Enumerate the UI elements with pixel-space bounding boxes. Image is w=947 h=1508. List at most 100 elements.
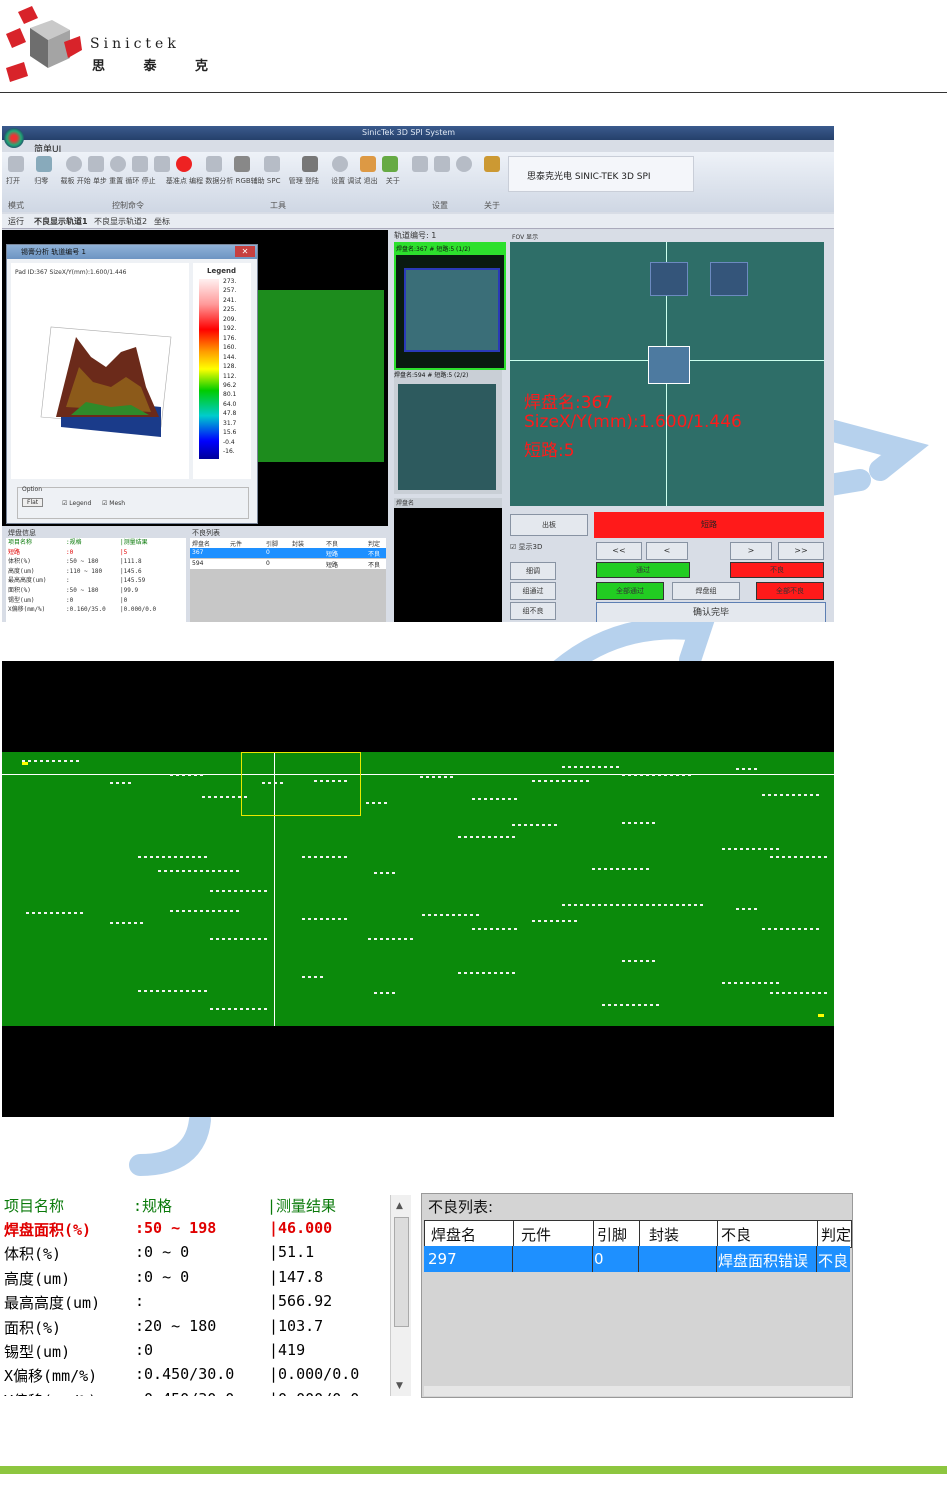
pad-thumb-1[interactable]: 焊盘名:367 # 短路:5 (1/2) xyxy=(394,242,506,370)
solder-pad xyxy=(264,890,267,892)
mini-measure-cell: 高度(um) xyxy=(8,567,35,575)
column-header[interactable]: 引脚 xyxy=(597,1224,627,1245)
show3d-checkbox[interactable]: ☑ 显示3D xyxy=(510,542,542,552)
mini-defect-row[interactable]: 594 0 短路 不良 xyxy=(190,559,386,569)
group-control: 控制命令 xyxy=(112,201,144,210)
column-header[interactable]: 元件 xyxy=(521,1224,551,1245)
tab-defect-track1[interactable]: 不良显示轨道1 xyxy=(34,216,88,227)
btn-start[interactable]: 开始 xyxy=(77,177,91,185)
btn-analysis[interactable]: 数据分析 xyxy=(205,177,233,185)
btn-manage[interactable]: 管理 xyxy=(289,177,303,185)
btn-program[interactable]: 编程 xyxy=(189,177,203,185)
fine-tune-button[interactable]: 细调 xyxy=(510,562,556,580)
btn-step[interactable]: 单步 xyxy=(93,177,107,185)
solder-pad xyxy=(764,848,767,850)
stop-icon[interactable] xyxy=(176,156,192,172)
all-pass-button[interactable]: 全部通过 xyxy=(596,582,664,600)
solder-pad xyxy=(200,774,203,776)
analysis-icon[interactable] xyxy=(264,156,280,172)
column-header[interactable]: 判定 xyxy=(821,1224,851,1245)
out-board-button[interactable]: 出板 xyxy=(510,514,588,536)
btn-spc[interactable]: SPC xyxy=(267,177,281,185)
nav-last-button[interactable]: >> xyxy=(778,542,824,560)
solder-pad xyxy=(736,768,739,770)
about-icon[interactable] xyxy=(484,156,500,172)
analysis-dialog: 锡膏分析 轨道编号 1 ✕ Pad ID:367 SizeX/Y(mm):1.6… xyxy=(6,244,258,524)
nav-next-button[interactable]: > xyxy=(730,542,772,560)
step-icon[interactable] xyxy=(110,156,126,172)
tab-run[interactable]: 运行 xyxy=(8,216,24,227)
btn-reset[interactable]: 重置 xyxy=(109,177,123,185)
column-header[interactable]: 焊盘名 xyxy=(431,1224,476,1245)
program-icon[interactable] xyxy=(234,156,250,172)
btn-rgb[interactable]: RGB辅助 xyxy=(236,177,265,185)
window-title: SinicTek 3D SPI System xyxy=(362,128,456,137)
btn-debug[interactable]: 调试 xyxy=(347,177,361,185)
group-fail-button[interactable]: 组不良 xyxy=(510,602,556,620)
rgb-icon[interactable] xyxy=(302,156,318,172)
mini-defect-row[interactable]: 367 0 短路 不良 xyxy=(190,548,386,558)
settings-icon[interactable] xyxy=(412,156,428,172)
pad-group-button[interactable]: 焊盘组 xyxy=(672,582,740,600)
solder-pad xyxy=(536,824,539,826)
btn-fiducial[interactable]: 基准点 xyxy=(166,177,187,185)
app-orb-icon[interactable] xyxy=(4,128,24,148)
tab-coord[interactable]: 坐标 xyxy=(154,216,170,227)
group-pass-button[interactable]: 组通过 xyxy=(510,582,556,600)
solder-pad xyxy=(58,760,61,762)
confirm-button[interactable]: 确认完毕 xyxy=(596,602,826,622)
play-icon[interactable] xyxy=(88,156,104,172)
mesh-checkbox[interactable]: ☑ Mesh xyxy=(102,500,125,507)
scroll-thumb[interactable] xyxy=(394,1217,409,1327)
fiducial-icon[interactable] xyxy=(206,156,222,172)
solder-pad xyxy=(186,990,189,992)
btn-load[interactable]: 载板 xyxy=(60,177,74,185)
tab-defect-track2[interactable]: 不良显示轨道2 xyxy=(94,216,147,227)
measurement-scrollbar[interactable]: ▲ ▼ xyxy=(390,1195,411,1396)
solder-pad xyxy=(302,918,305,920)
legend-checkbox[interactable]: ☑ Legend xyxy=(62,500,91,507)
exit-icon[interactable] xyxy=(456,156,472,172)
all-fail-button[interactable]: 全部不良 xyxy=(756,582,824,600)
home-icon[interactable] xyxy=(36,156,52,172)
solder-pad xyxy=(658,904,661,906)
load-board-icon[interactable] xyxy=(66,156,82,172)
reset-icon[interactable] xyxy=(132,156,148,172)
scroll-down-icon[interactable]: ▼ xyxy=(396,1381,403,1391)
fail-button[interactable]: 不良 xyxy=(730,562,824,578)
spc-icon[interactable] xyxy=(332,156,348,172)
btn-setup[interactable]: 设置 xyxy=(331,177,345,185)
fov-overlay-size: SizeX/Y(mm):1.600/1.446 xyxy=(524,412,742,432)
solder-pad xyxy=(500,836,503,838)
solder-pad xyxy=(622,774,625,776)
solder-pad xyxy=(550,780,553,782)
column-header[interactable]: 不良 xyxy=(721,1224,751,1245)
btn-login[interactable]: 登陆 xyxy=(305,177,319,185)
solder-pad xyxy=(542,824,545,826)
debug-icon[interactable] xyxy=(434,156,450,172)
open-icon[interactable] xyxy=(8,156,24,172)
loop-icon[interactable] xyxy=(154,156,170,172)
defect-list-title: 不良列表: xyxy=(428,1198,494,1216)
nav-first-button[interactable]: << xyxy=(596,542,642,560)
table-row[interactable]: 297 0 焊盘面积错误 不良 xyxy=(424,1246,850,1272)
btn-loop[interactable]: 循环 xyxy=(125,177,139,185)
pass-button[interactable]: 通过 xyxy=(596,562,690,578)
btn-exit[interactable]: 退出 xyxy=(364,177,378,185)
btn-home[interactable]: 归零 xyxy=(34,177,48,185)
users-icon[interactable] xyxy=(360,156,376,172)
solder-pad xyxy=(768,794,771,796)
solder-pad xyxy=(180,990,183,992)
dialog-close-icon[interactable]: ✕ xyxy=(235,246,255,257)
btn-stop[interactable]: 停止 xyxy=(142,177,156,185)
pad-thumb-2[interactable]: 焊盘名:594 # 短路:5 (2/2) xyxy=(394,370,502,494)
col-result: |测量结果 xyxy=(267,1197,337,1215)
flat-button[interactable]: Flat xyxy=(22,498,44,507)
nav-prev-button[interactable]: < xyxy=(646,542,688,560)
login-icon[interactable] xyxy=(382,156,398,172)
btn-open[interactable]: 打开 xyxy=(6,177,20,185)
defect-hscrollbar[interactable] xyxy=(424,1386,850,1396)
btn-about[interactable]: 关于 xyxy=(386,177,400,185)
scroll-up-icon[interactable]: ▲ xyxy=(396,1201,403,1211)
column-header[interactable]: 封装 xyxy=(649,1224,679,1245)
